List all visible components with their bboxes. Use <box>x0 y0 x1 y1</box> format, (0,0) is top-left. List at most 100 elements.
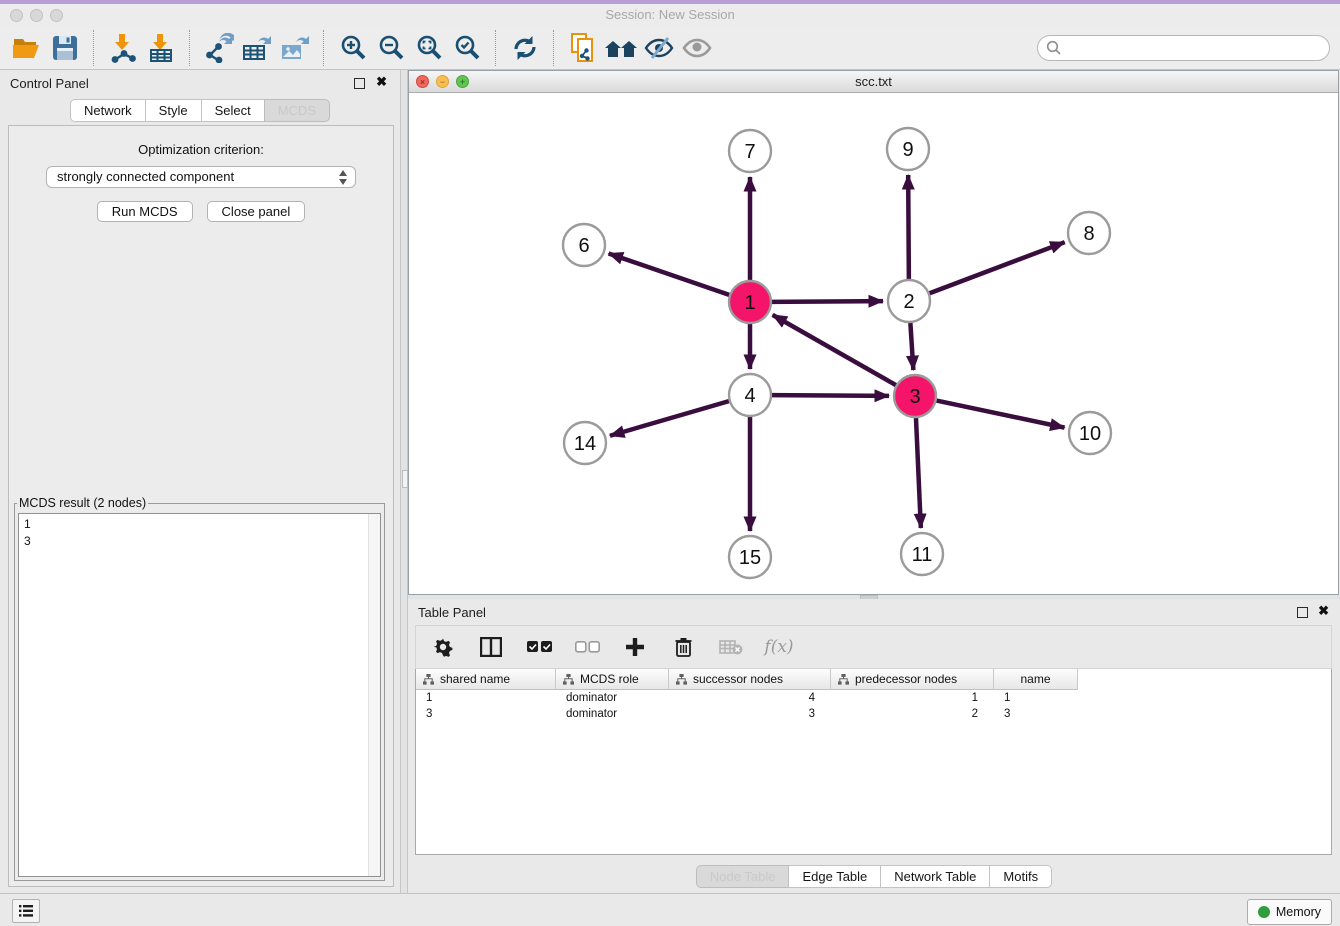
cell-MCDS-role[interactable]: dominator <box>556 690 669 706</box>
edge-4-3[interactable] <box>772 395 889 396</box>
criterion-selected-value: strongly connected component <box>57 169 234 184</box>
control-panel: Control Panel ✖ NetworkStyleSelectMCDS O… <box>0 70 400 897</box>
edge-2-8[interactable] <box>930 242 1065 293</box>
toolbar-separator <box>189 30 191 66</box>
list-icon <box>19 905 33 917</box>
edge-4-14[interactable] <box>610 401 729 436</box>
cell-name[interactable]: 3 <box>994 706 1078 722</box>
search-input[interactable] <box>1037 35 1330 61</box>
cell-MCDS-role[interactable]: dominator <box>556 706 669 722</box>
network-canvas[interactable]: 7968124314101511 <box>409 93 1338 595</box>
eye-slash-icon <box>644 36 674 60</box>
table-row[interactable]: 1dominator411 <box>416 690 1331 706</box>
node-label-6: 6 <box>578 235 589 257</box>
select-stepper-icon <box>339 170 348 185</box>
export-image-button[interactable] <box>276 30 314 66</box>
optimization-criterion-select[interactable]: strongly connected component <box>46 166 356 188</box>
cell-name[interactable]: 1 <box>994 690 1078 706</box>
export-table-icon <box>242 33 272 63</box>
application-window: Session: New Session <box>0 0 1340 926</box>
search-container <box>1037 35 1330 61</box>
task-history-button[interactable] <box>12 899 40 923</box>
export-network-icon <box>204 33 234 63</box>
delete-column-button[interactable] <box>670 634 696 660</box>
import-network-button[interactable] <box>104 30 142 66</box>
run-mcds-button[interactable]: Run MCDS <box>97 201 193 222</box>
edge-3-1[interactable] <box>773 315 896 385</box>
node-label-11: 11 <box>912 544 933 566</box>
memory-button[interactable]: Memory <box>1247 899 1332 925</box>
export-table-button[interactable] <box>238 30 276 66</box>
network-window-title: scc.txt <box>409 74 1338 89</box>
cell-successor-nodes[interactable]: 3 <box>669 706 831 722</box>
close-panel-icon[interactable]: ✖ <box>1318 603 1329 619</box>
table-options-button[interactable] <box>430 634 456 660</box>
columns-icon <box>480 637 502 657</box>
tab-motifs[interactable]: Motifs <box>989 865 1052 888</box>
close-panel-icon[interactable]: ✖ <box>376 74 387 90</box>
tab-style[interactable]: Style <box>145 99 202 122</box>
cell-predecessor-nodes[interactable]: 2 <box>831 706 994 722</box>
hierarchy-icon <box>423 674 434 685</box>
edge-3-10[interactable] <box>937 401 1065 428</box>
edge-1-6[interactable] <box>609 253 730 294</box>
network-view-window: × − + scc.txt 7968124314101511 <box>408 70 1339 595</box>
toolbar-separator <box>323 30 325 66</box>
mcds-result-textarea[interactable]: 1 3 <box>18 513 381 877</box>
column-header-name[interactable]: name <box>994 669 1078 690</box>
zoom-in-button[interactable] <box>334 30 372 66</box>
select-all-rows-button[interactable] <box>526 634 552 660</box>
export-network-button[interactable] <box>200 30 238 66</box>
show-column-panel-button[interactable] <box>478 634 504 660</box>
table-header-row: shared nameMCDS rolesuccessor nodesprede… <box>416 669 1331 690</box>
hierarchy-icon <box>838 674 849 685</box>
deselect-all-rows-button[interactable] <box>574 634 600 660</box>
gear-icon <box>433 637 453 657</box>
edge-2-3[interactable] <box>910 323 913 370</box>
refresh-icon <box>511 35 539 61</box>
result-scrollbar[interactable] <box>368 514 380 876</box>
edge-2-9[interactable] <box>908 175 909 279</box>
refresh-view-button[interactable] <box>506 30 544 66</box>
mcds-result-groupbox: MCDS result (2 nodes) 1 3 <box>14 496 385 881</box>
close-panel-button[interactable]: Close panel <box>207 201 306 222</box>
vertical-splitter[interactable] <box>400 70 408 897</box>
tab-network[interactable]: Network <box>70 99 146 122</box>
tab-node-table[interactable]: Node Table <box>696 865 790 888</box>
cell-successor-nodes[interactable]: 4 <box>669 690 831 706</box>
show-view-button[interactable] <box>678 30 716 66</box>
cell-predecessor-nodes[interactable]: 1 <box>831 690 994 706</box>
import-table-button[interactable] <box>142 30 180 66</box>
save-session-button[interactable] <box>46 30 84 66</box>
zoom-out-button[interactable] <box>372 30 410 66</box>
plus-icon <box>626 638 644 656</box>
open-session-button[interactable] <box>8 30 46 66</box>
tab-edge-table[interactable]: Edge Table <box>788 865 881 888</box>
column-header-MCDS-role[interactable]: MCDS role <box>556 669 669 690</box>
home-view-button[interactable] <box>602 30 640 66</box>
table-panel-title: Table Panel <box>418 605 486 620</box>
hide-view-button[interactable] <box>640 30 678 66</box>
table-body: 1dominator4113dominator323 <box>416 690 1331 722</box>
create-column-button[interactable] <box>622 634 648 660</box>
column-header-successor-nodes[interactable]: successor nodes <box>669 669 831 690</box>
zoom-fit-button[interactable] <box>410 30 448 66</box>
edge-3-11[interactable] <box>916 418 921 528</box>
float-panel-icon[interactable] <box>354 78 365 89</box>
column-header-shared-name[interactable]: shared name <box>416 669 556 690</box>
tab-network-table[interactable]: Network Table <box>880 865 990 888</box>
memory-status-icon <box>1258 906 1270 918</box>
cell-shared-name[interactable]: 3 <box>416 706 556 722</box>
cell-shared-name[interactable]: 1 <box>416 690 556 706</box>
node-label-10: 10 <box>1079 423 1101 445</box>
table-row[interactable]: 3dominator323 <box>416 706 1331 722</box>
column-header-predecessor-nodes[interactable]: predecessor nodes <box>831 669 994 690</box>
tab-mcds[interactable]: MCDS <box>264 99 330 122</box>
trash-icon <box>675 637 692 657</box>
tab-select[interactable]: Select <box>201 99 265 122</box>
zoom-selected-button[interactable] <box>448 30 486 66</box>
float-panel-icon[interactable] <box>1297 607 1308 618</box>
copy-network-view-button[interactable] <box>564 30 602 66</box>
edge-1-2[interactable] <box>772 301 883 302</box>
node-label-9: 9 <box>902 139 913 161</box>
